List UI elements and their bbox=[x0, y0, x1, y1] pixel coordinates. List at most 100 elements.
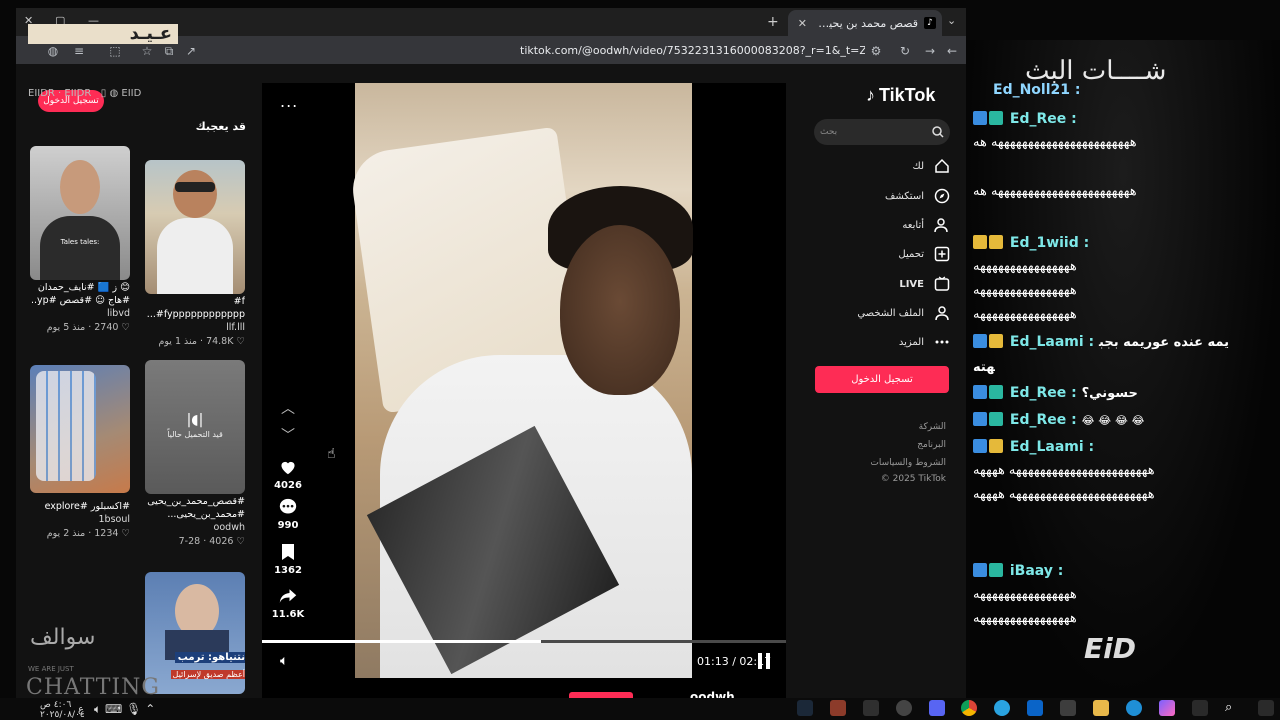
badge-icon bbox=[973, 439, 987, 453]
forward-icon[interactable]: → bbox=[923, 44, 937, 58]
search-placeholder: بحث bbox=[820, 127, 838, 137]
nav-for-you[interactable]: لك bbox=[850, 155, 950, 177]
search-icon[interactable]: ⌕ bbox=[1225, 700, 1241, 716]
next-video-icon[interactable]: ﹀ bbox=[281, 425, 295, 445]
footer-copyright: © 2025 TikTok bbox=[880, 474, 946, 484]
card-meta: ♡ 74.8K · منذ 1 يوم bbox=[158, 336, 245, 347]
video-thumbnail[interactable] bbox=[145, 160, 245, 294]
video-card[interactable]: #اكسبلور #explore 1bsoul ♡ 1234 · منذ 2 … bbox=[30, 365, 130, 539]
badge-icon bbox=[973, 412, 987, 426]
chat-message: iBaay : ههههههههههههههههه هههههههههههههه… bbox=[973, 563, 1078, 626]
card-user[interactable]: libvd bbox=[30, 308, 130, 319]
channel-logo: EiD bbox=[1084, 632, 1136, 665]
like-action[interactable]: 4026 bbox=[270, 456, 306, 491]
search-icon[interactable] bbox=[932, 126, 944, 138]
video-card[interactable]: |◖| قيد التحميل حالياً #قصص_محمد_بن_يحيى… bbox=[145, 360, 245, 547]
search-input[interactable]: بحث bbox=[814, 119, 950, 145]
card-user[interactable]: llf.lll bbox=[145, 322, 245, 333]
video-thumbnail[interactable]: نتنياهو: ترمب أعظم صديق لإسرائيل bbox=[145, 572, 245, 694]
edge-icon[interactable] bbox=[1126, 700, 1142, 716]
comment-icon[interactable] bbox=[270, 496, 306, 518]
sunglasses-icon bbox=[175, 182, 215, 192]
outlook-icon[interactable] bbox=[1027, 700, 1043, 716]
menu-icon[interactable]: ≡ bbox=[72, 44, 86, 58]
video-card[interactable]: نتنياهو: ترمب أعظم صديق لإسرائيل bbox=[145, 572, 245, 694]
nav-following[interactable]: أتابعه bbox=[850, 214, 950, 236]
obs-icon[interactable] bbox=[896, 700, 912, 716]
video-thumbnail[interactable]: |◖| قيد التحميل حالياً bbox=[145, 360, 245, 494]
system-tray[interactable]: 🔈︎ ⌨ 🎙︎ ⌃ bbox=[94, 702, 155, 717]
login-button[interactable]: تسجيل الدخول bbox=[815, 366, 949, 393]
reload-icon[interactable]: ↻ bbox=[898, 44, 912, 58]
start-icon[interactable] bbox=[1258, 700, 1274, 716]
comment-count: 990 bbox=[277, 520, 299, 531]
card-meta: ♡ 1234 · منذ 2 يوم bbox=[46, 528, 130, 539]
crown-icon bbox=[989, 334, 1003, 348]
video-card[interactable]: f# fypppppppppppp#... llf.lll ♡ 74.8K · … bbox=[145, 160, 245, 347]
chat-message: Ed_1wiid : ههههههههههههههههه ههههههههههه… bbox=[973, 235, 1090, 322]
url-field[interactable]: tiktok.com/@oodwh/video/7532231316000083… bbox=[520, 44, 865, 57]
video-card[interactable]: Tales tales: 😊 ﺯ 🟦 #نايف_حمدان #هاج ☺ #ق… bbox=[30, 146, 130, 333]
share-count: 11.6K bbox=[271, 609, 305, 620]
share-action[interactable]: 11.6K bbox=[270, 585, 306, 620]
nav-upload[interactable]: تحميل bbox=[850, 243, 950, 265]
card-user[interactable]: 1bsoul bbox=[30, 514, 131, 525]
video-thumbnail[interactable]: Tales tales: bbox=[30, 146, 130, 280]
tab-active[interactable]: ♪ قصص محمد بن يحيى: حكايا ✕ bbox=[788, 10, 942, 36]
discord-icon[interactable] bbox=[929, 700, 945, 716]
heart-icon[interactable] bbox=[270, 456, 306, 478]
new-tab-button[interactable]: + bbox=[767, 14, 779, 30]
card-user[interactable]: oodwh bbox=[145, 522, 245, 533]
tiktok-logo[interactable]: ♪ TikTok bbox=[866, 85, 935, 106]
nav-live[interactable]: LIVE bbox=[850, 273, 950, 295]
news-headline: نتنياهو: ترمب bbox=[175, 652, 245, 663]
thumb-face bbox=[173, 170, 217, 218]
card-caption: #قصص_محمد_بن_يحيى bbox=[147, 496, 245, 507]
puzzle-icon[interactable]: ⬚ bbox=[108, 44, 122, 58]
language-indicator[interactable]: ع bbox=[78, 704, 84, 715]
nav-profile[interactable]: الملف الشخصي bbox=[850, 302, 950, 324]
close-tab-icon[interactable]: ✕ bbox=[798, 17, 807, 30]
profile-shortcuts: EIIDR · EIIDR ▯ ◍ EIID bbox=[28, 88, 142, 99]
nav-more[interactable]: المزيد bbox=[850, 331, 950, 353]
back-icon[interactable]: ← bbox=[945, 44, 959, 58]
badge-icon bbox=[973, 111, 987, 125]
site-info-icon[interactable]: ⚙ bbox=[869, 44, 883, 58]
app-icon[interactable] bbox=[830, 700, 846, 716]
volume-icon[interactable]: 🔈︎ bbox=[280, 653, 298, 669]
thumb-shirt bbox=[40, 216, 120, 280]
bookmark-icon[interactable] bbox=[270, 541, 306, 563]
live-icon bbox=[934, 276, 950, 291]
extension-icon[interactable]: ⧉ bbox=[162, 44, 176, 58]
previous-video-icon[interactable]: ︿ bbox=[281, 398, 295, 418]
footer-company[interactable]: الشركة bbox=[919, 422, 946, 432]
card-caption: fypppppppppppp#... bbox=[146, 309, 245, 320]
profile-icon[interactable]: ◍ bbox=[46, 44, 60, 58]
telegram-icon[interactable] bbox=[994, 700, 1010, 716]
bookmark-star-icon[interactable]: ☆ bbox=[140, 44, 154, 58]
task-view-icon[interactable] bbox=[1192, 700, 1208, 716]
badge-icon bbox=[973, 235, 987, 249]
xbox-icon[interactable] bbox=[863, 700, 879, 716]
chrome-icon[interactable] bbox=[961, 700, 977, 716]
nav-explore[interactable]: استكشف bbox=[850, 185, 950, 207]
pause-icon[interactable] bbox=[758, 653, 772, 669]
save-action[interactable]: 1362 bbox=[270, 541, 306, 576]
share-arrow-icon[interactable] bbox=[270, 585, 306, 607]
tab-search-icon[interactable]: ⌄ bbox=[947, 14, 956, 27]
copilot-icon[interactable] bbox=[1159, 700, 1175, 716]
taskbar bbox=[0, 698, 1280, 720]
footer-terms[interactable]: الشروط والسياسات bbox=[870, 458, 946, 468]
chat-message: Ed_Laami : هههههههههههههههههههههههه هههه… bbox=[973, 439, 1156, 502]
more-icon bbox=[935, 340, 949, 344]
store-icon[interactable] bbox=[1060, 700, 1076, 716]
file-explorer-icon[interactable] bbox=[1093, 700, 1109, 716]
video-thumbnail[interactable] bbox=[30, 365, 130, 493]
card-caption: #اكسبلور #explore bbox=[44, 501, 130, 512]
footer-program[interactable]: البرنامج bbox=[917, 440, 946, 450]
comment-action[interactable]: 990 bbox=[270, 496, 306, 531]
more-options-icon[interactable]: ... bbox=[280, 92, 298, 111]
chat-message: Ed_Laami : يمه عنده عوريمه بجبهته bbox=[973, 334, 1229, 375]
steam-icon[interactable] bbox=[797, 700, 813, 716]
share-icon[interactable]: ↗ bbox=[184, 44, 198, 58]
